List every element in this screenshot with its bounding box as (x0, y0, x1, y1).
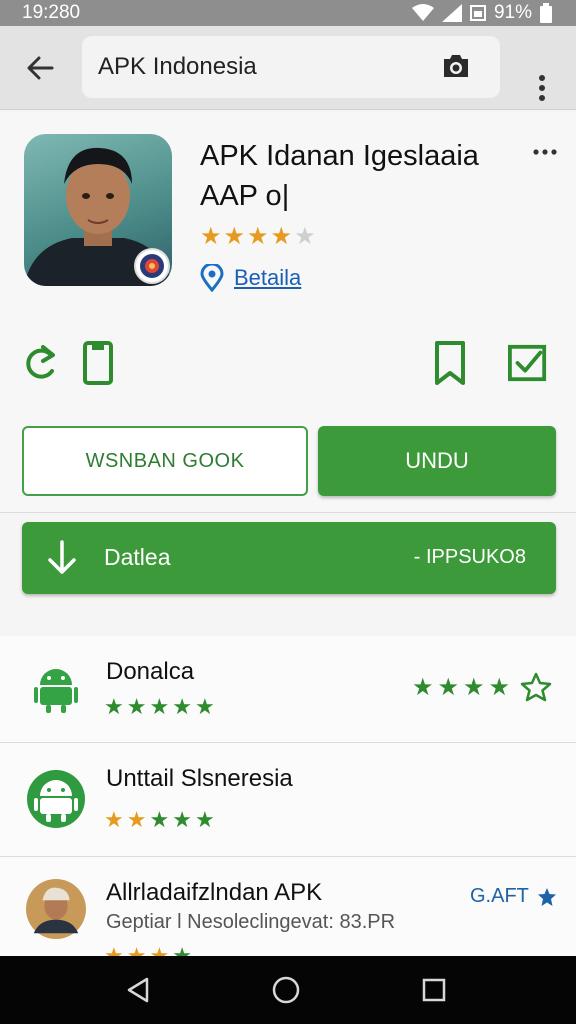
android-circle-icon (26, 769, 86, 829)
app-title-line-1: APK Idanan Igeslaaia (200, 140, 479, 172)
android-icon (26, 658, 86, 718)
nav-home-button[interactable] (270, 974, 302, 1006)
location-row[interactable]: Betaila (200, 264, 301, 292)
app-overflow-button[interactable] (530, 142, 560, 162)
status-icons: 91% (411, 2, 552, 24)
star-icon: ★ (149, 943, 170, 956)
list-item-title: Donalca (106, 658, 195, 685)
download-size: - IPPSUKO8 (413, 546, 526, 568)
star-empty-icon: ★ (294, 223, 316, 250)
list-item-action[interactable]: G.AFT (470, 885, 557, 908)
list-item-right-rating: ★ ★ ★ ★ (412, 672, 552, 702)
top-toolbar: APK Indonesia (0, 26, 576, 110)
favorite-star-button[interactable] (520, 672, 552, 702)
download-bar[interactable]: Datlea - IPPSUKO8 (22, 522, 556, 594)
secondary-action-button[interactable]: WSNBAN GOOK (22, 426, 308, 496)
wifi-icon (411, 4, 434, 21)
developer-badge-icon (134, 248, 170, 284)
search-query: APK Indonesia (98, 53, 257, 80)
battery-percent: 91% (493, 2, 532, 23)
star-icon: ★ (488, 673, 511, 701)
download-icon (46, 538, 78, 578)
list-item-stars: ★ ★ ★ ★ ★ (104, 694, 215, 720)
star-icon: ★ (223, 223, 246, 250)
bookmark-button[interactable] (430, 340, 470, 386)
star-icon: ★ (126, 807, 147, 832)
signal-icon (441, 4, 462, 22)
star-icon: ★ (172, 943, 192, 956)
bookmark-icon (435, 341, 465, 385)
star-icon: ★ (149, 694, 170, 719)
star-icon: ★ (126, 694, 147, 719)
nav-recents-icon (422, 978, 446, 1002)
phone-icon (83, 341, 113, 385)
star-icon: ★ (194, 807, 215, 832)
star-icon: ★ (463, 673, 485, 701)
list-item[interactable]: Allrladaifzlndan APK Geptiar l Nesolecli… (0, 857, 576, 956)
list-item-action-label: G.AFT (470, 885, 529, 907)
system-nav-bar (0, 956, 576, 1024)
battery-icon (540, 3, 552, 23)
camera-icon (444, 55, 468, 77)
star-icon: ★ (247, 223, 269, 250)
back-button[interactable] (20, 48, 60, 88)
primary-action-label: UNDU (405, 448, 469, 473)
status-bar: 19:280 91% (0, 0, 576, 26)
list-item-stars: ★ ★ ★ ★ ★ (104, 807, 215, 833)
primary-action-button[interactable]: UNDU (318, 426, 556, 496)
device-action-button[interactable] (78, 340, 118, 386)
list-item[interactable]: Donalca ★ ★ ★ ★ ★ ★ ★ ★ ★ (0, 636, 576, 742)
star-outline-icon (520, 672, 552, 702)
battery-saver-icon (469, 5, 486, 21)
mark-done-button[interactable] (508, 340, 548, 386)
star-icon: ★ (200, 223, 222, 250)
nav-back-button[interactable] (122, 974, 154, 1006)
refresh-action-button[interactable] (20, 340, 60, 386)
list-item-title: Unttail Slsneresia (106, 765, 293, 792)
more-vert-icon (539, 75, 545, 101)
avatar (26, 879, 86, 939)
star-icon: ★ (104, 694, 124, 719)
nav-recents-button[interactable] (418, 974, 450, 1006)
star-icon: ★ (104, 943, 124, 956)
list-item-subtitle: Geptiar l Nesoleclingevat: 83.PR (106, 911, 396, 933)
star-icon: ★ (172, 694, 192, 719)
app-title-line-2: AAP o| (200, 180, 290, 212)
location-link[interactable]: Betaila (234, 265, 301, 291)
search-input[interactable]: APK Indonesia (82, 36, 500, 98)
list-item-stars: ★ ★ ★ ★ (104, 943, 192, 956)
secondary-action-label: WSNBAN GOOK (85, 449, 245, 472)
app-detail-header: APK Idanan Igeslaaia AAP o| ★ ★ ★ ★ ★ Be… (0, 112, 576, 512)
star-icon (537, 887, 556, 906)
star-icon: ★ (126, 943, 147, 956)
camera-search-button[interactable] (436, 46, 476, 86)
back-arrow-icon (27, 56, 54, 80)
star-icon: ★ (194, 694, 215, 719)
download-label: Datlea (104, 544, 171, 570)
status-time: 19:280 (22, 2, 81, 23)
app-title: APK Idanan Igeslaaia AAP o| (200, 136, 510, 216)
star-icon: ★ (270, 223, 293, 250)
star-icon: ★ (412, 673, 434, 701)
divider (0, 512, 576, 513)
nav-home-icon (272, 976, 300, 1004)
nav-back-icon (127, 977, 149, 1003)
location-pin-icon (200, 264, 224, 292)
app-rating-stars: ★ ★ ★ ★ ★ (200, 222, 316, 251)
star-icon: ★ (104, 807, 124, 832)
related-apps-list: Donalca ★ ★ ★ ★ ★ ★ ★ ★ ★ Unttail Slsner… (0, 636, 576, 956)
list-item[interactable]: Unttail Slsneresia ★ ★ ★ ★ ★ (0, 743, 576, 855)
star-icon: ★ (149, 807, 170, 832)
star-icon: ★ (172, 807, 192, 832)
more-horiz-icon (533, 149, 557, 155)
refresh-icon (26, 345, 55, 379)
star-icon: ★ (437, 673, 460, 701)
more-options-button[interactable] (528, 68, 556, 108)
list-item-title: Allrladaifzlndan APK (106, 879, 323, 906)
checkbox-icon (508, 344, 547, 382)
